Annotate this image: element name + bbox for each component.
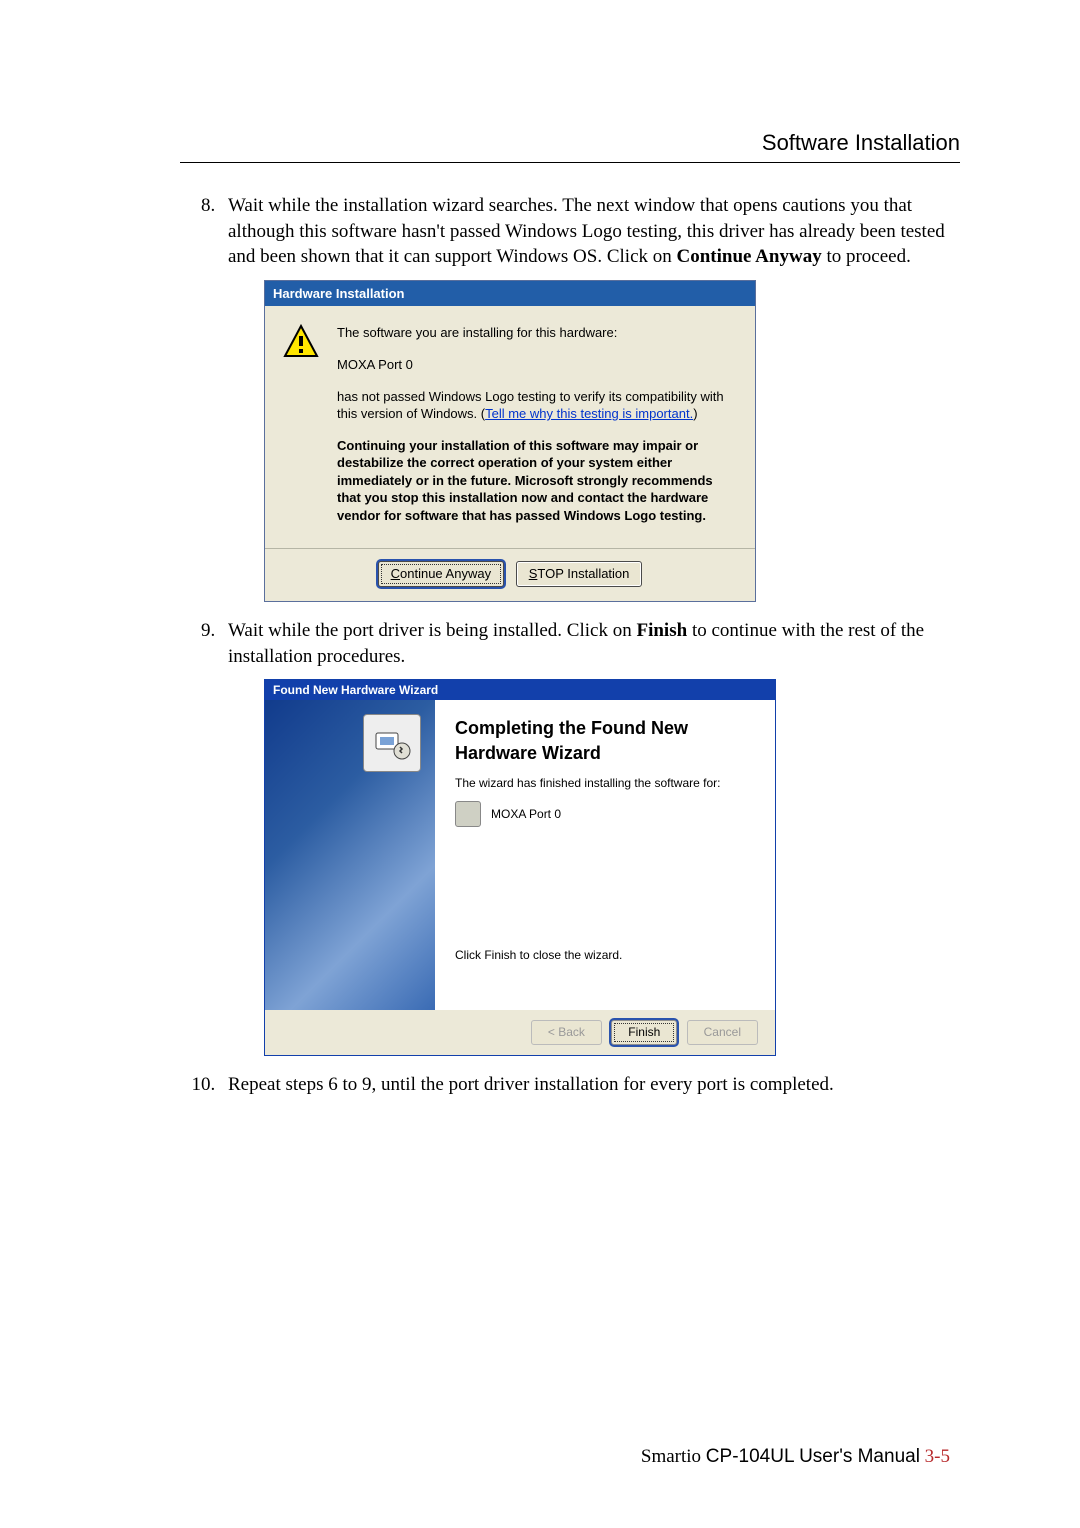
footer-manual: CP-104UL User's Manual	[706, 1446, 920, 1467]
step-9-text-a: Wait while the port driver is being inst…	[228, 620, 636, 641]
dialog2-title-bar: Found New Hardware Wizard	[265, 680, 775, 700]
dialog2-device: MOXA Port 0	[491, 806, 561, 822]
step-9: Wait while the port driver is being inst…	[220, 618, 960, 1056]
dialog1-compat-b: )	[693, 406, 697, 421]
dialog1-warning-text: Continuing your installation of this sof…	[337, 437, 737, 525]
serial-port-icon	[455, 801, 481, 827]
page-section-header: Software Installation	[180, 130, 960, 156]
dialog2-subtext: The wizard has finished installing the s…	[455, 775, 755, 791]
dialog1-device: MOXA Port 0	[337, 356, 737, 374]
step-8: Wait while the installation wizard searc…	[220, 193, 960, 602]
continue-anyway-button[interactable]: Continue Anyway	[378, 561, 504, 587]
step-10: Repeat steps 6 to 9, until the port driv…	[220, 1072, 960, 1098]
step-9-bold: Finish	[636, 620, 687, 641]
page-footer: Smartio CP-104UL User's Manual 3-5	[641, 1446, 950, 1468]
stop-installation-button[interactable]: STOP Installation	[516, 561, 643, 587]
tell-me-why-link[interactable]: Tell me why this testing is important.	[485, 406, 693, 421]
dialog1-compat-line: has not passed Windows Logo testing to v…	[337, 388, 737, 423]
dialog1-button-row: Continue Anyway STOP Installation	[265, 548, 755, 601]
wizard-badge-icon	[363, 714, 421, 772]
wizard-sidebar-image	[265, 700, 435, 1010]
found-new-hardware-wizard-dialog: Found New Hardware Wizard	[264, 679, 776, 1055]
finish-button[interactable]: Finish	[611, 1020, 677, 1044]
dialog2-heading: Completing the Found New Hardware Wizard	[455, 716, 755, 765]
footer-page-number: 3-5	[920, 1446, 950, 1467]
dialog1-intro-line: The software you are installing for this…	[337, 324, 737, 342]
section-divider	[180, 162, 960, 163]
footer-brand: Smartio	[641, 1446, 706, 1467]
hardware-installation-dialog: Hardware Installation The software you a…	[264, 280, 756, 602]
warning-icon	[283, 324, 319, 360]
step-8-text-b: to proceed.	[822, 246, 911, 267]
cancel-button[interactable]: Cancel	[687, 1020, 758, 1044]
dialog2-button-row: < Back Finish Cancel	[265, 1010, 775, 1054]
dialog2-closing-line: Click Finish to close the wizard.	[455, 947, 755, 963]
step-8-bold: Continue Anyway	[677, 246, 822, 267]
instruction-list: Wait while the installation wizard searc…	[180, 193, 960, 1097]
dialog1-title-bar: Hardware Installation	[265, 281, 755, 307]
back-button[interactable]: < Back	[531, 1020, 602, 1044]
